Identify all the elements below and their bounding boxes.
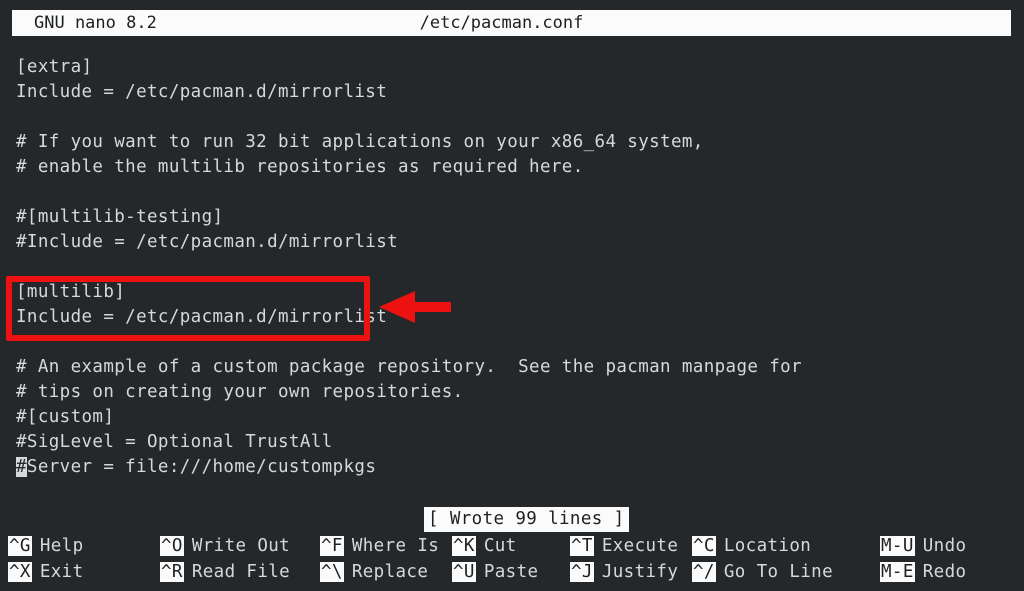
shortcut-key: ^R (160, 562, 184, 582)
editor-line: #Include = /etc/pacman.d/mirrorlist (16, 232, 399, 252)
shortcut-label: Help (39, 536, 84, 556)
shortcut-label: Read File (191, 562, 291, 582)
shortcut-label: Exit (39, 562, 84, 582)
shortcut-label: Write Out (191, 536, 291, 556)
shortcut-undo[interactable]: M-U Undo (880, 534, 966, 559)
shortcut-label: Undo (922, 536, 967, 556)
shortcut-key: ^/ (692, 562, 716, 582)
shortcut-help[interactable]: ^G Help (8, 534, 84, 559)
editor-line: [multilib] (16, 282, 126, 302)
shortcut-key: ^C (692, 536, 716, 556)
shortcut-label: Go To Line (723, 562, 834, 582)
shortcut-key: ^\ (320, 562, 344, 582)
editor-line: # An example of a custom package reposit… (16, 357, 802, 377)
shortcut-key: ^O (160, 536, 184, 556)
shortcut-justify[interactable]: ^J Justify (570, 560, 678, 585)
editor-line: #Server = file:///home/custompkgs (16, 457, 377, 477)
shortcut-key: ^X (8, 562, 32, 582)
title-bar: GNU nano 8.2 /etc/pacman.conf (12, 10, 1011, 36)
shortcut-label: Execute (601, 536, 679, 556)
shortcut-label: Justify (601, 562, 679, 582)
shortcut-execute[interactable]: ^T Execute (570, 534, 678, 559)
shortcut-key: ^T (570, 536, 594, 556)
shortcut-label: Where Is (351, 536, 440, 556)
editor-line: #[multilib-testing] (16, 207, 224, 227)
shortcut-key: ^K (452, 536, 476, 556)
shortcut-key: M-U (880, 536, 915, 556)
nano-editor-window: GNU nano 8.2 /etc/pacman.conf [extra] Inc… (0, 0, 1024, 591)
editor-text-area[interactable]: [extra] Include = /etc/pacman.d/mirrorlis… (0, 55, 1024, 495)
shortcut-key: ^F (320, 536, 344, 556)
shortcut-go-to-line[interactable]: ^/ Go To Line (692, 560, 833, 585)
editor-line: # tips on creating your own repositories… (16, 382, 464, 402)
shortcut-exit[interactable]: ^X Exit (8, 560, 84, 585)
shortcut-label: Paste (483, 562, 539, 582)
shortcut-help-bar: ^G Help ^X Exit ^O Write Out ^R Read File ^F Wher… (0, 534, 1024, 591)
editor-line: #SigLevel = Optional TrustAll (16, 432, 333, 452)
shortcut-key: M-E (880, 562, 915, 582)
editor-line: # enable the multilib repositories as re… (16, 157, 584, 177)
text-cursor: # (16, 457, 27, 477)
shortcut-label: Replace (351, 562, 429, 582)
shortcut-key: ^J (570, 562, 594, 582)
status-message: [ Wrote 99 lines ] (424, 507, 629, 532)
shortcut-label: Redo (922, 562, 967, 582)
shortcut-key: ^U (452, 562, 476, 582)
filename-title: /etc/pacman.conf (419, 13, 584, 33)
shortcut-key: ^G (8, 536, 32, 556)
shortcut-label: Location (723, 536, 812, 556)
editor-line: Include = /etc/pacman.d/mirrorlist (16, 307, 388, 327)
shortcut-read-file[interactable]: ^R Read File (160, 560, 290, 585)
shortcut-write-out[interactable]: ^O Write Out (160, 534, 290, 559)
shortcut-label: Cut (483, 536, 517, 556)
shortcut-where-is[interactable]: ^F Where Is (320, 534, 439, 559)
shortcut-cut[interactable]: ^K Cut (452, 534, 517, 559)
editor-line: Include = /etc/pacman.d/mirrorlist (16, 82, 388, 102)
shortcut-paste[interactable]: ^U Paste (452, 560, 538, 585)
editor-line: [extra] (16, 57, 93, 77)
shortcut-replace[interactable]: ^\ Replace (320, 560, 428, 585)
editor-line: # If you want to run 32 bit applications… (16, 132, 704, 152)
shortcut-location[interactable]: ^C Location (692, 534, 811, 559)
shortcut-redo[interactable]: M-E Redo (880, 560, 966, 585)
editor-line: #[custom] (16, 407, 115, 427)
